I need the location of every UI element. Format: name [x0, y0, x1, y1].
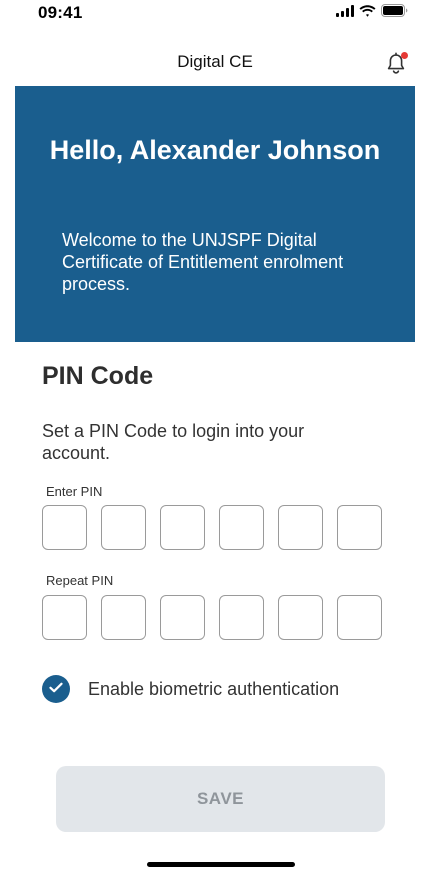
pin-section-description: Set a PIN Code to login into your accoun…: [42, 421, 305, 463]
repeat-pin-digit-4[interactable]: [219, 595, 264, 640]
enter-pin-inputs: [42, 505, 382, 550]
home-indicator: [147, 862, 295, 867]
enter-pin-digit-1[interactable]: [42, 505, 87, 550]
biometric-label: Enable biometric authentication: [88, 678, 340, 699]
status-time: 09:41: [38, 3, 83, 22]
enter-pin-digit-3[interactable]: [160, 505, 205, 550]
welcome-banner: Hello, Alexander Johnson Welcome to the …: [15, 86, 415, 342]
cellular-signal-icon: [336, 4, 354, 22]
greeting-heading: Hello, Alexander Johnson: [49, 135, 381, 165]
nav-bar: Digital CE: [0, 44, 430, 82]
repeat-pin-label: Repeat PIN: [46, 573, 114, 588]
nav-title: Digital CE: [177, 52, 253, 71]
repeat-pin-digit-6[interactable]: [337, 595, 382, 640]
save-button[interactable]: SAVE: [56, 766, 385, 832]
repeat-pin-digit-3[interactable]: [160, 595, 205, 640]
bell-icon: [384, 52, 408, 80]
repeat-pin-digit-5[interactable]: [278, 595, 323, 640]
pin-section-title: PIN Code: [42, 362, 154, 390]
welcome-message: Welcome to the UNJSPF Digital Certificat…: [62, 230, 344, 294]
enter-pin-digit-6[interactable]: [337, 505, 382, 550]
enter-pin-label: Enter PIN: [46, 484, 103, 499]
pin-setup-screen: 09:41 Digital CE Hello, Alexander Johnso…: [0, 0, 430, 869]
battery-icon: [381, 4, 408, 22]
checkmark-icon: [49, 680, 63, 698]
biometric-checkbox[interactable]: [42, 675, 70, 703]
wifi-icon: [359, 4, 376, 22]
notification-badge: [401, 52, 408, 59]
repeat-pin-digit-1[interactable]: [42, 595, 87, 640]
repeat-pin-digit-2[interactable]: [101, 595, 146, 640]
enter-pin-digit-5[interactable]: [278, 505, 323, 550]
biometric-option[interactable]: Enable biometric authentication: [42, 675, 339, 703]
notification-bell-button[interactable]: [384, 50, 408, 76]
status-bar: 09:41: [0, 0, 430, 34]
repeat-pin-inputs: [42, 595, 382, 640]
enter-pin-digit-4[interactable]: [219, 505, 264, 550]
enter-pin-digit-2[interactable]: [101, 505, 146, 550]
status-icons: [336, 4, 408, 22]
